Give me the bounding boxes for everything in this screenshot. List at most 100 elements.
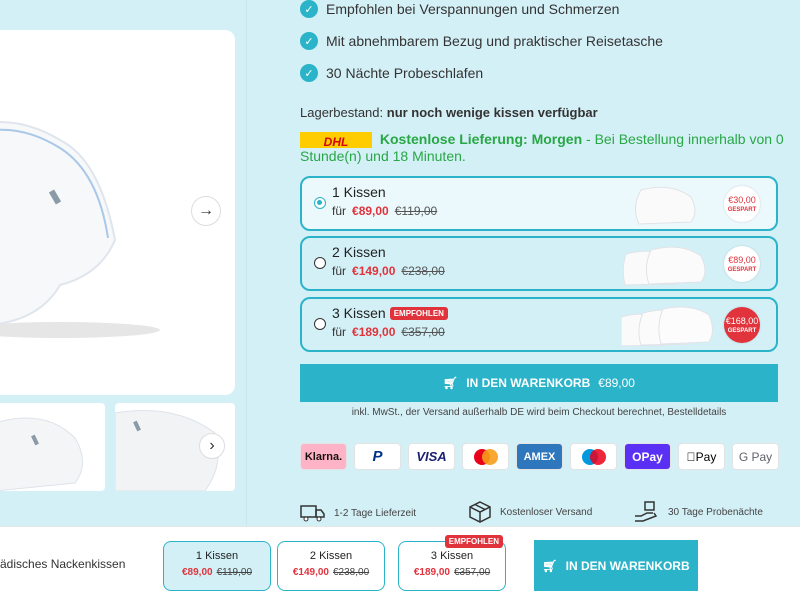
bullet-text: Mit abnehmbarem Bezug und praktischer Re… xyxy=(326,33,663,49)
delivery-headline: Kostenlose Lieferung: Morgen xyxy=(379,131,583,147)
savings-label: GESPART xyxy=(727,207,757,213)
savings-badge: €30,00 GESPART xyxy=(724,186,760,222)
bundle-option-2[interactable]: 2 Kissen für €149,00 €238,00 €89,00 GESPAR… xyxy=(300,236,778,291)
delivery-info: DHL Kostenlose Lieferung: Morgen - Bei B… xyxy=(300,131,790,165)
amex-text: AMEX xyxy=(523,450,556,463)
savings-amount: €89,00 xyxy=(728,255,756,265)
cart-label: IN DEN WARENKORB xyxy=(466,376,591,390)
apple-icon:  xyxy=(687,450,696,464)
mini-option-price: €149,00 €238,00 xyxy=(278,567,384,578)
pillow-image xyxy=(0,121,160,338)
mini-option-price: €89,00 €119,00 xyxy=(164,567,270,578)
radio-unselected[interactable] xyxy=(314,318,326,330)
apple-pay-text: Pay xyxy=(691,449,717,464)
google-pay-icon: G Pay xyxy=(732,443,779,470)
arrow-right-icon: → xyxy=(198,202,214,219)
price-old: €119,00 xyxy=(394,204,438,218)
savings-label: GESPART xyxy=(727,328,757,334)
price-old: €357,00 xyxy=(454,567,491,578)
price-old: €357,00 xyxy=(401,325,445,339)
feature-text: Kostenloser Versand xyxy=(500,506,593,518)
stock-status: Lagerbestand: nur noch wenige kissen ver… xyxy=(300,105,598,120)
truck-icon xyxy=(300,505,325,522)
cart-icon: 🛒︎ xyxy=(443,376,459,390)
paypal-text: P xyxy=(372,448,383,465)
price-now: €189,00 xyxy=(413,567,450,578)
pillow-thumb-image xyxy=(0,417,83,491)
klarna-text: Klarna. xyxy=(304,450,343,463)
paypal-icon: P xyxy=(354,443,401,470)
price-now: €89,00 xyxy=(352,204,389,218)
stock-value: nur noch wenige kissen verfügbar xyxy=(386,105,598,120)
option-price: für €149,00 €238,00 xyxy=(332,264,445,278)
savings-label: GESPART xyxy=(727,267,757,273)
feature-bullet: ✓ Empfohlen bei Verspannungen und Schmer… xyxy=(300,0,619,18)
dhl-logo: DHL xyxy=(300,132,372,149)
gallery-next-arrow[interactable]: → xyxy=(191,196,221,226)
mastercard-circles xyxy=(473,448,498,465)
sticky-option-3[interactable]: EMPFOHLEN 3 Kissen €189,00 €357,00 xyxy=(398,535,506,591)
savings-amount: €30,00 xyxy=(728,195,756,205)
price-old: €238,00 xyxy=(401,264,445,278)
option-price: für €89,00 €119,00 xyxy=(332,204,437,218)
radio-unselected[interactable] xyxy=(314,257,326,269)
sticky-product-title: ädisches Nackenkissen xyxy=(0,557,126,571)
feature-delivery-time: 1-2 Tage Lieferzeit xyxy=(300,503,416,523)
thumbnail-1[interactable] xyxy=(0,403,105,491)
mini-option-title: 1 Kissen xyxy=(195,550,239,562)
feature-bullet: ✓ 30 Nächte Probeschlafen xyxy=(300,64,483,82)
sticky-option-1[interactable]: 1 Kissen €89,00 €119,00 xyxy=(163,541,271,591)
maestro-icon xyxy=(570,443,617,470)
cart-price: €89,00 xyxy=(598,376,635,390)
price-prefix: für xyxy=(332,204,347,218)
price-prefix: für xyxy=(332,264,347,278)
radio-selected[interactable] xyxy=(314,197,326,209)
price-now: €149,00 xyxy=(352,264,396,278)
savings-badge: €168,00 GESPART xyxy=(724,307,760,343)
recommended-badge: EMPFOHLEN xyxy=(389,307,448,320)
bundle-option-1[interactable]: 1 Kissen für €89,00 €119,00 €30,00 GESPART xyxy=(300,176,778,231)
check-icon: ✓ xyxy=(300,32,318,50)
opay-text: OPay xyxy=(632,449,663,464)
check-icon: ✓ xyxy=(300,0,318,18)
thumbnail-2[interactable]: › xyxy=(115,403,235,491)
payment-methods: Klarna. P VISA AMEX OPay Pay G Pay xyxy=(300,443,779,470)
feature-free-shipping: Kostenloser Versand xyxy=(468,500,592,524)
thumbnail-next-arrow[interactable]: › xyxy=(199,433,225,459)
pillow-bundle-image xyxy=(635,186,696,225)
feature-trial: 30 Tage Probenächte xyxy=(634,500,763,524)
option-title: 2 Kissen xyxy=(332,244,386,260)
check-icon: ✓ xyxy=(300,64,318,82)
sticky-cart-bar: ädisches Nackenkissen 1 Kissen €89,00 €11… xyxy=(0,526,800,600)
visa-icon: VISA xyxy=(408,443,455,470)
option-title: 1 Kissen xyxy=(332,184,386,200)
sticky-option-2[interactable]: 2 Kissen €149,00 €238,00 xyxy=(277,541,385,591)
price-old: €119,00 xyxy=(216,567,252,578)
chevron-right-icon: › xyxy=(209,437,215,454)
pillow-bundle-image xyxy=(622,246,706,286)
bundle-option-3[interactable]: 3 Kissen EMPFOHLEN für €189,00 €357,00 €168… xyxy=(300,297,778,352)
mini-option-title: 3 Kissen xyxy=(430,550,474,562)
savings-badge: €89,00 GESPART xyxy=(724,246,760,282)
mini-option-title: 2 Kissen xyxy=(309,550,353,562)
amex-icon: AMEX xyxy=(516,443,563,470)
klarna-icon: Klarna. xyxy=(300,443,347,470)
shipping-features: 1-2 Tage Lieferzeit Kostenloser Versand … xyxy=(300,500,778,526)
bullet-text: Empfohlen bei Verspannungen und Schmerze… xyxy=(326,1,620,17)
sticky-add-to-cart-button[interactable]: 🛒︎ IN DEN WARENKORB xyxy=(534,540,698,591)
price-old: €238,00 xyxy=(333,567,370,578)
price-prefix: für xyxy=(332,325,347,339)
add-to-cart-button[interactable]: 🛒︎ IN DEN WARENKORB €89,00 xyxy=(300,364,778,402)
savings-amount: €168,00 xyxy=(725,316,759,326)
mastercard-icon xyxy=(462,443,509,470)
cart-icon: 🛒︎ xyxy=(542,558,558,573)
feature-text: 1-2 Tage Lieferzeit xyxy=(334,507,417,519)
apple-pay-icon: Pay xyxy=(678,443,725,470)
price-now: €149,00 xyxy=(292,567,329,578)
option-title-text: 3 Kissen xyxy=(332,305,386,321)
google-pay-text: G Pay xyxy=(738,449,773,464)
mini-option-price: €189,00 €357,00 xyxy=(399,567,505,578)
maestro-circles xyxy=(581,448,606,465)
product-page: → › ✓ Empfohlen bei Verspannungen und Sc… xyxy=(0,0,800,600)
recommended-badge: EMPFOHLEN xyxy=(444,535,503,548)
